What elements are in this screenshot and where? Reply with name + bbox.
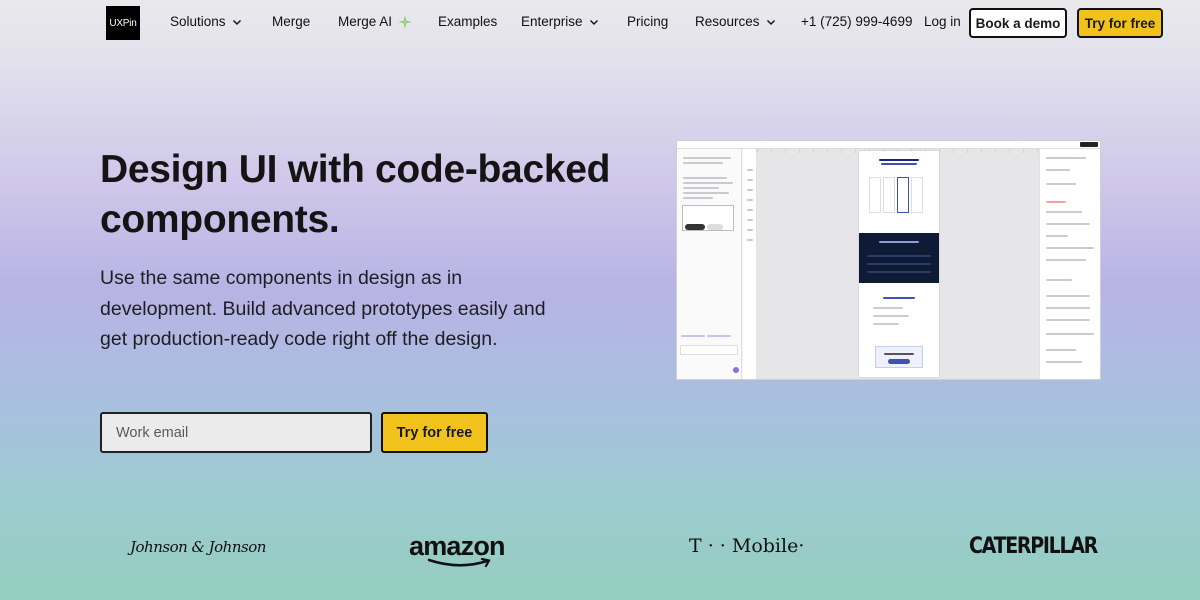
nav-pricing[interactable]: Pricing (627, 14, 668, 29)
nav-solutions-label: Solutions (170, 14, 226, 29)
hero-title: Design UI with code-backed components. (100, 148, 611, 241)
editor-canvas (757, 149, 1039, 379)
book-demo-button[interactable]: Book a demo (969, 8, 1067, 38)
editor-ai-panel (677, 149, 742, 379)
hero-subtitle: Use the same components in design as in … (100, 267, 546, 350)
t-mobile-logo: T · · Mobile· (689, 535, 805, 557)
johnson-and-johnson-logo: Johnson & Johnson (130, 538, 266, 556)
canvas-artboard (859, 151, 939, 377)
nav-examples-label: Examples (438, 14, 498, 29)
chevron-down-icon (766, 19, 775, 25)
nav-enterprise-label: Enterprise (521, 14, 583, 29)
sparkle-icon (398, 15, 412, 28)
canvas-dark-section (859, 233, 939, 283)
nav-examples[interactable]: Examples (438, 14, 497, 29)
nav-solutions[interactable]: Solutions (170, 14, 242, 29)
editor-properties-panel (1039, 149, 1100, 379)
caterpillar-logo: CATERPILLAR (969, 533, 1098, 559)
login-label: Log in (924, 14, 961, 29)
phone-link[interactable]: +1 (725) 999-4699 (801, 14, 912, 29)
editor-share-button (1080, 142, 1098, 147)
nav-enterprise[interactable]: Enterprise (521, 14, 599, 29)
work-email-input[interactable] (100, 412, 372, 453)
login-link[interactable]: Log in (924, 14, 961, 29)
canvas-cta-box (875, 346, 923, 368)
top-navigation: UXPin Solutions Merge Merge AI Examples … (0, 0, 1200, 46)
nav-try-free-button[interactable]: Try for free (1077, 8, 1163, 38)
phone-number: +1 (725) 999-4699 (801, 14, 913, 29)
nav-merge[interactable]: Merge (272, 14, 310, 29)
nav-pricing-label: Pricing (627, 14, 669, 29)
uxpin-logo[interactable]: UXPin (106, 6, 140, 40)
editor-toolbar (743, 149, 757, 379)
nav-merge-label: Merge (272, 14, 311, 29)
chevron-down-icon (589, 19, 598, 25)
editor-topbar (677, 141, 1100, 149)
hero-try-free-button[interactable]: Try for free (381, 412, 488, 453)
chevron-down-icon (232, 19, 241, 25)
nav-resources-label: Resources (695, 14, 760, 29)
product-screenshot (676, 140, 1101, 380)
nav-merge-ai-label: Merge AI (338, 14, 393, 29)
nav-merge-ai[interactable]: Merge AI (338, 14, 412, 29)
amazon-smile-icon (427, 558, 491, 568)
amazon-logo: amazon (409, 531, 506, 568)
nav-resources[interactable]: Resources (695, 14, 776, 29)
